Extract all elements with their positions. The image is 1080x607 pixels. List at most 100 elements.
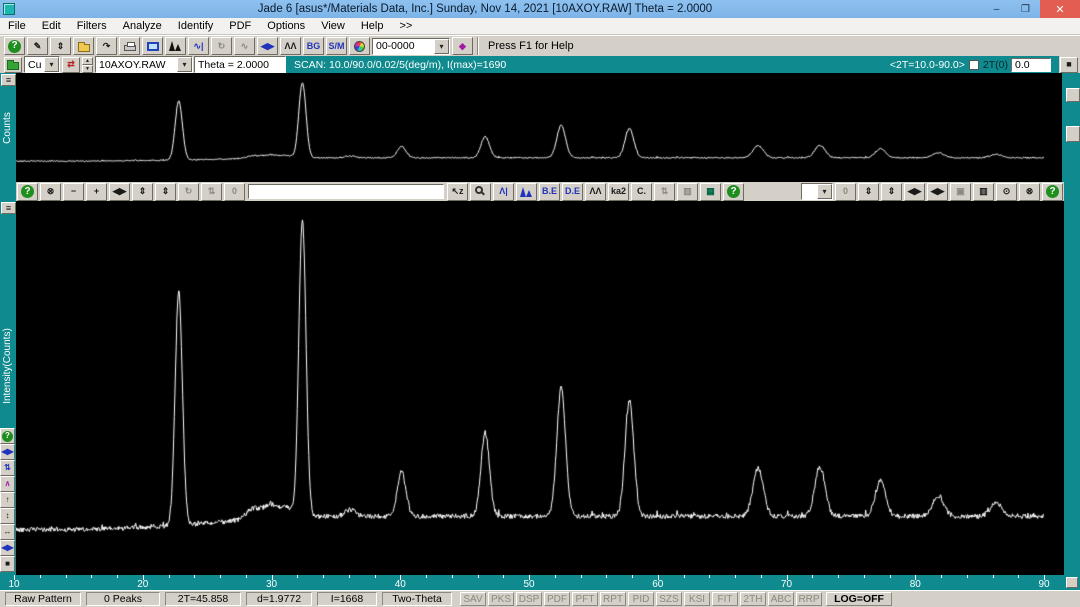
zoom-previous-button[interactable]: ∧ [0,476,15,492]
menu-item-[interactable]: >> [391,18,420,35]
help-button[interactable]: ? [4,37,25,55]
target-button[interactable]: ⊙ [996,183,1017,201]
tile-windows-button[interactable]: ▦ [700,183,721,201]
help-button[interactable]: ? [17,183,38,201]
menu-item-help[interactable]: Help [353,18,392,35]
zoom-in-button[interactable]: + [86,183,107,201]
background-edit-button[interactable]: B.E [539,183,560,201]
zoom-history-combo[interactable]: ▾ [801,183,833,200]
axis-corner-button[interactable] [1066,577,1078,588]
print-button[interactable] [119,37,140,55]
expand-vertical-button[interactable]: ⇕ [132,183,153,201]
sort-updown-button[interactable]: ⇕ [50,37,71,55]
menu-item-analyze[interactable]: Analyze [115,18,170,35]
overlay-peaks-button[interactable]: ΛΛ [280,37,301,55]
simulate-button[interactable]: ◆ [452,37,473,55]
pan-vertical-button[interactable]: ⇅ [0,460,15,476]
main-plot-canvas[interactable] [16,201,1064,575]
expand-axis-button[interactable]: ◀▶ [257,37,278,55]
file-combo[interactable]: 10AXOY.RAW ▾ [95,56,193,73]
axis-tick [838,575,839,578]
capture-display-button[interactable] [142,37,163,55]
peak-cursor-button[interactable]: Λ| [493,183,514,201]
cancel-button[interactable]: ⊗ [1019,183,1040,201]
fit-vertical-button[interactable]: ⇕ [155,183,176,201]
two-theta-zero-checkbox[interactable] [969,60,979,70]
close-button[interactable]: ✕ [1040,0,1080,18]
overview-plot-canvas[interactable] [16,73,1062,182]
anode-combo[interactable]: Cu ▾ [24,56,60,73]
menu-item-pdf[interactable]: PDF [221,18,259,35]
pdf-card-combo[interactable]: 00-0000▾ [372,38,450,55]
open-file-button[interactable] [73,37,94,55]
menu-item-options[interactable]: Options [259,18,313,35]
title-bar[interactable]: Jade 6 [asus*/Materials Data, Inc.] Sund… [0,0,1080,18]
page-up-down-button[interactable]: ⇕ [881,183,902,201]
axis-tick [66,575,67,578]
zoom-mini-toolbar: ?◀▶⇅∧↑↕↔◀▶■ [0,428,15,572]
chevron-down-icon[interactable]: ▾ [434,39,449,54]
open-pattern-button[interactable] [4,57,22,73]
log-toggle-button[interactable]: LOG=OFF [826,592,892,606]
centroid-button[interactable]: C. [631,183,652,201]
histogram-button[interactable]: ▥ [973,183,994,201]
overview-scale-button-1[interactable] [1066,88,1080,102]
chevron-down-icon[interactable]: ▾ [817,184,832,199]
menu-item-file[interactable]: File [0,18,34,35]
wavelength-button[interactable]: ⇄ [62,57,80,73]
chevron-down-icon[interactable]: ▾ [177,57,192,72]
page-left-right-button[interactable]: ◀▶ [927,183,948,201]
full-horizontal-button[interactable]: ↔ [0,524,15,540]
slide-button[interactable]: ◀▶ [0,540,15,556]
status-panel-2: 2T=45.858 [165,592,241,606]
stop-button[interactable]: ■ [0,556,15,572]
peak-pair-button[interactable]: ΛΛ [585,183,606,201]
display-mode-button[interactable]: ■ [1060,57,1078,73]
spin-down-icon[interactable]: ▼ [82,65,93,73]
menu-item-identify[interactable]: Identify [170,18,221,35]
scroll-up-button[interactable]: ↑ [0,492,15,508]
revert-button[interactable]: ↷ [96,37,117,55]
pointer-mode-icon: ↖z [451,187,463,196]
overview-menu-button[interactable]: ≡ [1,74,16,86]
ka2-strip-button[interactable]: ka2 [608,183,629,201]
colors-button[interactable] [349,37,370,55]
nudge-left-right-button[interactable]: ◀▶ [904,183,925,201]
full-vertical-button[interactable]: ↕ [0,508,15,524]
spin-up-icon[interactable]: ▲ [82,57,93,65]
overview-scale-button-2[interactable] [1066,126,1080,142]
clear-zoom-button[interactable]: ⊗ [40,183,61,201]
menu-item-filters[interactable]: Filters [69,18,115,35]
help-button-3[interactable]: ? [1042,183,1063,201]
main-menu-button[interactable]: ≡ [1,202,16,214]
menu-item-edit[interactable]: Edit [34,18,69,35]
find-peaks-button[interactable] [165,37,186,55]
edit-script-button[interactable]: ✎ [27,37,48,55]
expand-horizontal-button[interactable]: ◀▶ [109,183,130,201]
help-button[interactable]: ? [0,428,15,444]
peak-area-button[interactable] [516,183,537,201]
theta-field[interactable] [194,56,286,73]
nudge-up-down-button[interactable]: ⇕ [858,183,879,201]
theta-spinner[interactable]: ▲ ▼ [82,57,93,73]
two-theta-zero-field[interactable] [1011,58,1051,72]
data-edit-button[interactable]: D.E [562,183,583,201]
minimize-button[interactable]: – [982,0,1011,18]
pointer-mode-button[interactable]: ↖z [447,183,468,201]
help-button-2[interactable]: ? [723,183,744,201]
restore-button[interactable]: ❐ [1011,0,1040,18]
window-title: Jade 6 [asus*/Materials Data, Inc.] Sund… [0,3,970,15]
magnifier-mode-button[interactable] [470,183,491,201]
chevron-down-icon[interactable]: ▾ [44,57,59,72]
peaks-icon [520,187,533,197]
background-button[interactable]: BG [303,37,324,55]
menu-item-view[interactable]: View [313,18,353,35]
two-theta-axis[interactable]: 102030405060708090 [0,575,1080,590]
smooth-merge-button[interactable]: S/M [326,37,347,55]
axis-tick-label: 10 [8,579,19,590]
axis-tick [194,575,195,578]
pan-horizontal-button[interactable]: ◀▶ [0,444,15,460]
profile-fit-button[interactable]: ∿| [188,37,209,55]
zoom-out-button[interactable]: − [63,183,84,201]
status-search-input[interactable] [248,184,444,199]
